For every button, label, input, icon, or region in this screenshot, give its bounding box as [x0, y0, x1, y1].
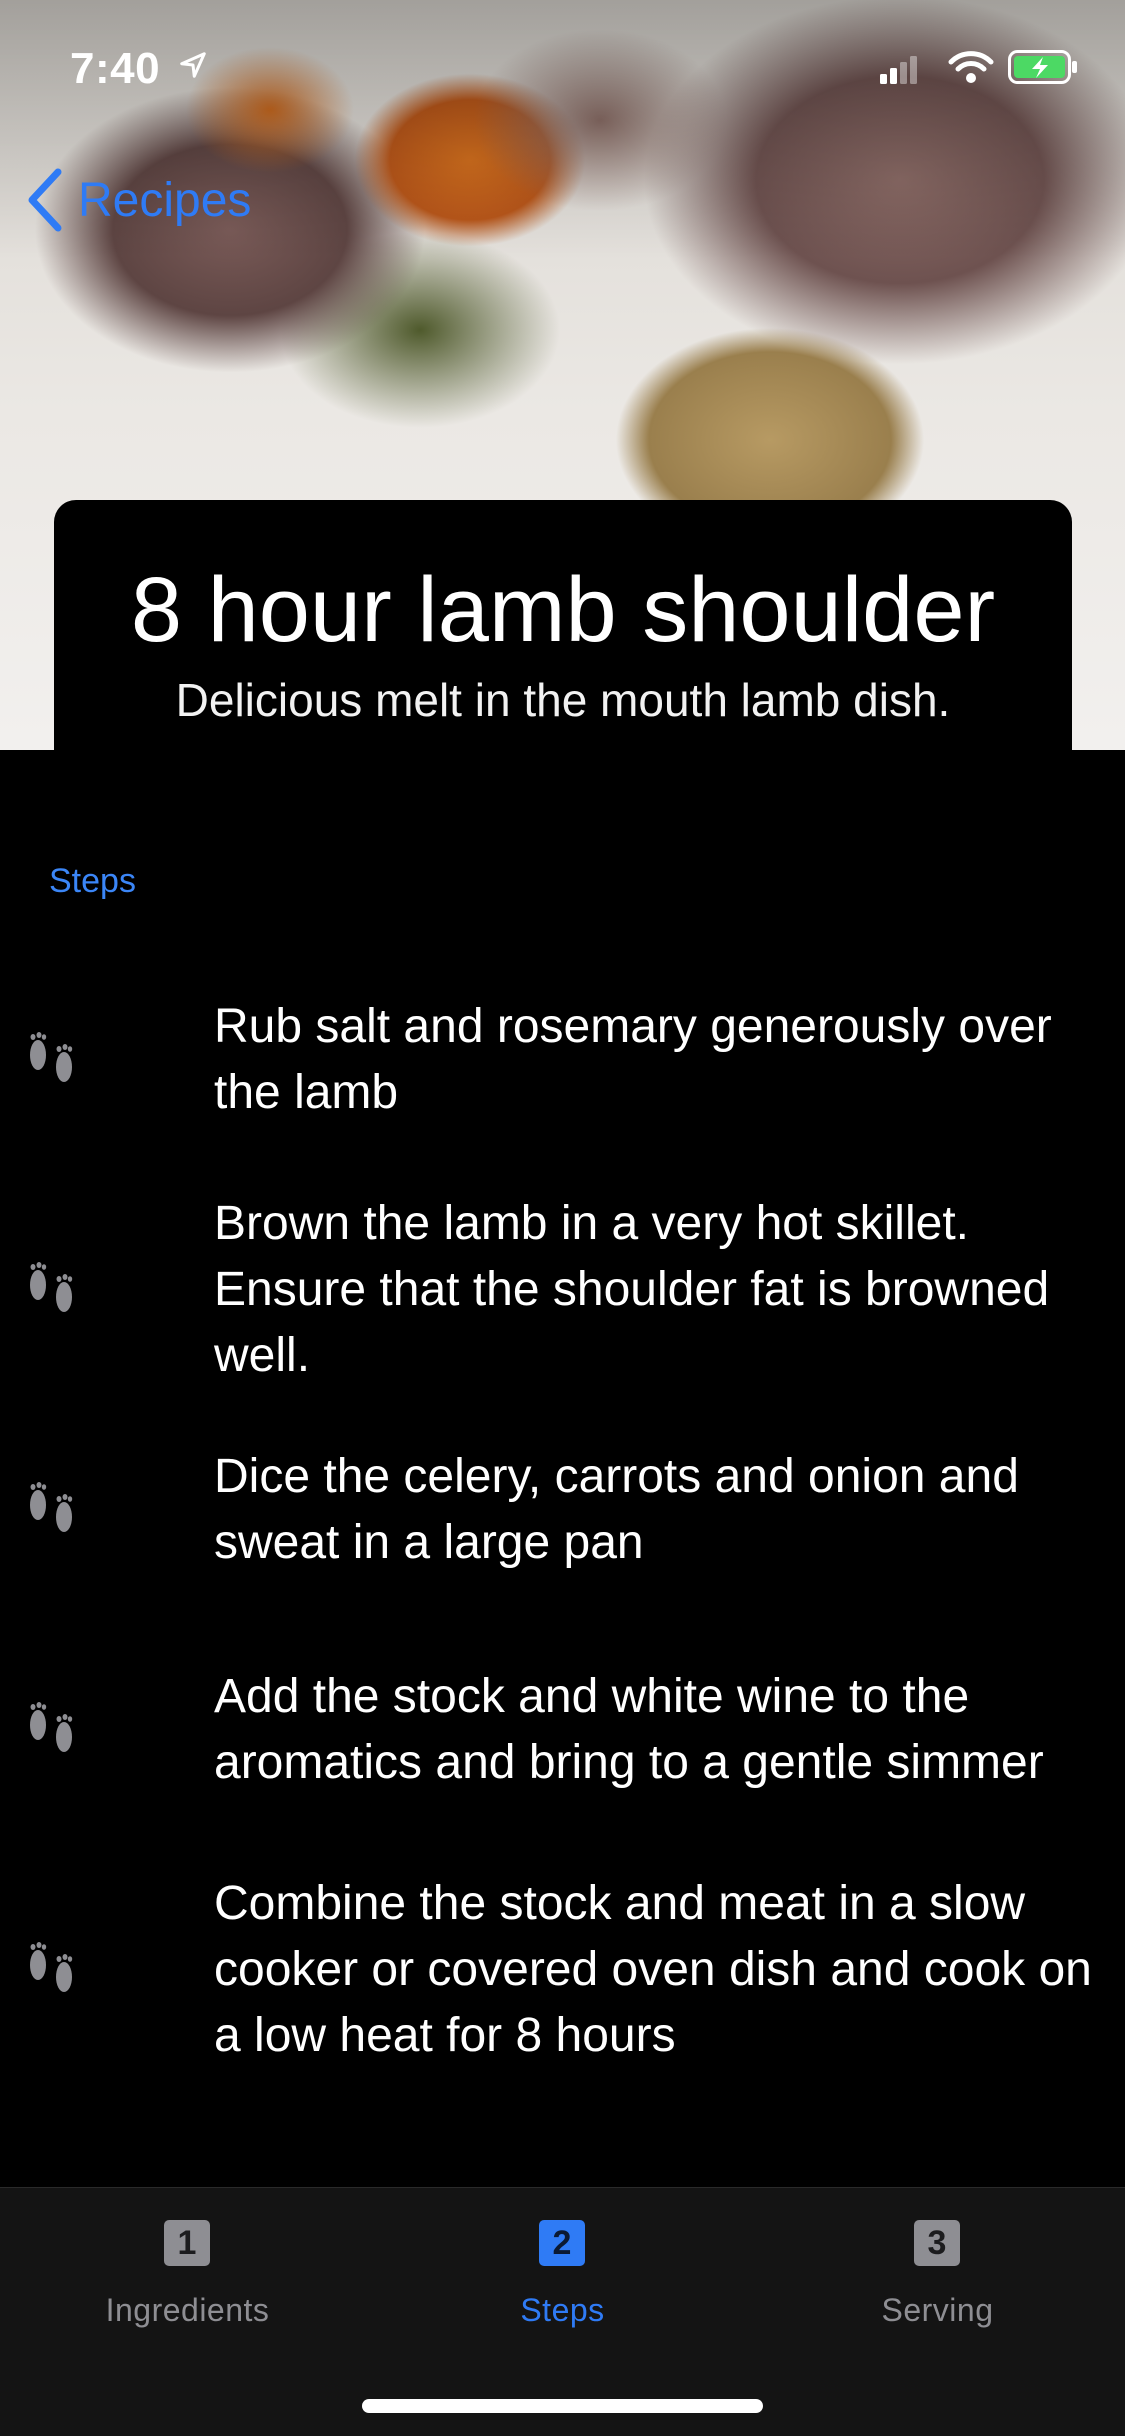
tab-steps[interactable]: 2 Steps [375, 2188, 750, 2348]
list-item[interactable]: Rub salt and rosemary generously over th… [0, 990, 1125, 1130]
chevron-left-icon [28, 168, 62, 232]
status-bar: 7:40 [0, 0, 1125, 132]
step-text: Rub salt and rosemary generously over th… [214, 1000, 1052, 1119]
footprints-icon [30, 1482, 73, 1532]
tab-serving[interactable]: 3 Serving [750, 2188, 1125, 2348]
tab-ingredients[interactable]: 1 Ingredients [0, 2188, 375, 2348]
tab-number-badge: 2 [539, 2220, 585, 2266]
step-text: Dice the celery, carrots and onion and s… [214, 1450, 1019, 1569]
tab-label: Steps [520, 2292, 605, 2328]
location-arrow-icon [180, 52, 206, 78]
back-button[interactable]: Recipes [24, 162, 251, 238]
list-item[interactable]: Dice the celery, carrots and onion and s… [0, 1440, 1125, 1580]
recipe-title: 8 hour lamb shoulder [130, 559, 996, 661]
step-text: Add the stock and white wine to the arom… [214, 1670, 1044, 1789]
wifi-icon [948, 51, 994, 83]
recipe-subtitle: Delicious melt in the mouth lamb dish. [175, 674, 951, 727]
steps-list: Rub salt and rosemary generously over th… [0, 990, 1125, 2080]
cellular-signal-icon [880, 56, 917, 84]
list-item[interactable]: Add the stock and white wine to the arom… [0, 1620, 1125, 1840]
tab-label: Ingredients [105, 2292, 270, 2328]
status-time: 7:40 [70, 44, 161, 93]
home-indicator[interactable] [362, 2399, 763, 2413]
battery-charging-icon [1008, 50, 1077, 84]
list-item[interactable]: Brown the lamb in a very hot skillet. En… [0, 1140, 1125, 1440]
footprints-icon [30, 1702, 73, 1752]
footprints-icon [30, 1032, 73, 1082]
footprints-icon [30, 1942, 73, 1992]
back-button-label: Recipes [78, 173, 252, 227]
tab-number-badge: 3 [914, 2220, 960, 2266]
list-item[interactable]: Combine the stock and meat in a slow coo… [0, 1860, 1125, 2080]
footprints-icon [30, 1262, 73, 1312]
tab-label: Serving [881, 2292, 994, 2328]
step-text: Brown the lamb in a very hot skillet. En… [214, 1197, 1050, 1382]
steps-section-header: Steps [49, 862, 136, 900]
recipe-title-card: 8 hour lamb shoulder Delicious melt in t… [54, 500, 1072, 750]
step-text: Combine the stock and meat in a slow coo… [214, 1877, 1092, 2062]
tab-number-badge: 1 [164, 2220, 210, 2266]
